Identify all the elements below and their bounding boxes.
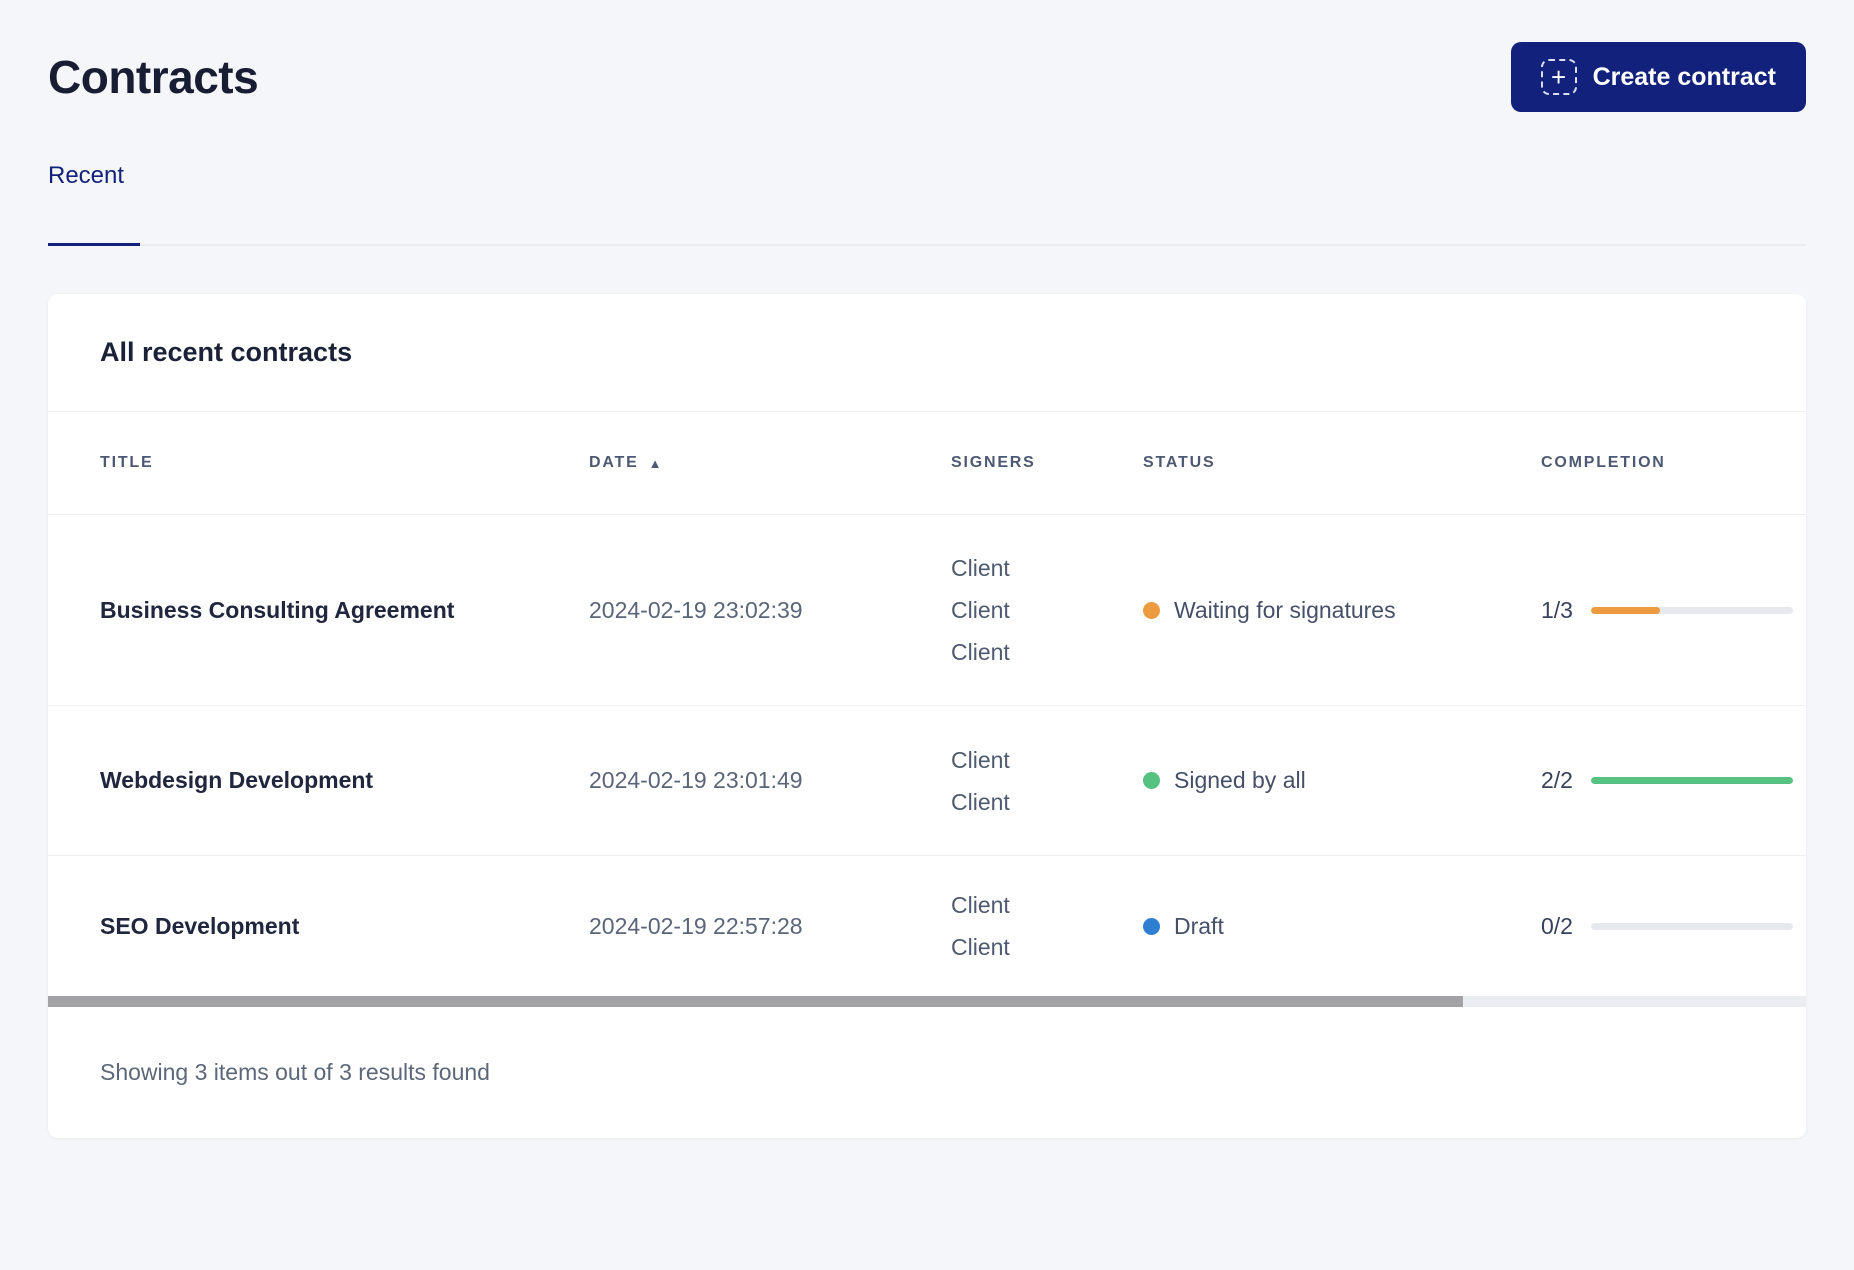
contract-date: 2024-02-19 23:02:39 (589, 596, 803, 623)
scrollbar-thumb[interactable] (48, 996, 1464, 1007)
completion-progress-bar (1591, 922, 1793, 930)
column-header-signers: Signers (951, 454, 1143, 472)
table-row[interactable]: Business Consulting Agreement 2024-02-19… (48, 515, 1806, 706)
results-summary: Showing 3 items out of 3 results found (100, 1059, 490, 1085)
contract-completion: 1/3 (1541, 597, 1793, 624)
contract-title: Business Consulting Agreement (100, 596, 455, 623)
contract-completion: 2/2 (1541, 767, 1793, 794)
column-header-status-label: Status (1143, 454, 1216, 471)
create-contract-button[interactable]: + Create contract (1510, 42, 1806, 112)
completion-progress-fill (1591, 777, 1793, 784)
signer-name: Client (951, 555, 1010, 581)
sort-asc-icon: ▲ (648, 455, 664, 471)
table-row[interactable]: Webdesign Development 2024-02-19 23:01:4… (48, 706, 1806, 856)
plus-icon: + (1540, 59, 1577, 95)
contracts-page: Contracts + Create contract Recent All r… (0, 42, 1854, 1138)
status-dot (1143, 601, 1160, 619)
completion-label: 1/3 (1541, 596, 1573, 623)
tab-recent[interactable]: Recent (48, 162, 140, 246)
card-header: All recent contracts (48, 294, 1806, 412)
signer-name: Client (951, 639, 1010, 665)
table-row[interactable]: SEO Development 2024-02-19 22:57:28 Clie… (48, 856, 1806, 996)
page-header: Contracts + Create contract (48, 42, 1806, 112)
column-header-completion-label: Completion (1541, 454, 1666, 471)
recent-contracts-card: All recent contracts Title Date ▲ Signer… (48, 294, 1806, 1138)
contract-signers: Client Client (951, 884, 1143, 968)
contract-status: Signed by all (1143, 767, 1541, 794)
status-dot (1143, 772, 1160, 789)
column-header-title: Title (100, 454, 589, 472)
signer-name: Client (951, 892, 1010, 918)
page-title: Contracts (48, 51, 259, 103)
column-header-date[interactable]: Date ▲ (589, 454, 951, 472)
card-footer: Showing 3 items out of 3 results found (48, 1007, 1806, 1138)
contract-signers: Client Client Client (951, 547, 1143, 673)
completion-progress-fill (1591, 606, 1660, 614)
completion-progress-bar (1591, 606, 1793, 614)
column-header-status: Status (1143, 454, 1541, 472)
signer-name: Client (951, 597, 1010, 623)
status-label: Waiting for signatures (1174, 596, 1396, 623)
column-header-date-label: Date (589, 454, 639, 471)
signer-name: Client (951, 934, 1010, 960)
signer-name: Client (951, 788, 1010, 815)
contract-title: Webdesign Development (100, 767, 374, 793)
horizontal-scrollbar[interactable] (48, 996, 1806, 1007)
contract-date: 2024-02-19 23:01:49 (589, 767, 803, 793)
status-label: Draft (1174, 912, 1224, 939)
contract-completion: 0/2 (1541, 913, 1793, 940)
column-header-completion: Completion (1541, 454, 1793, 472)
contract-status: Draft (1143, 913, 1541, 940)
column-header-signers-label: Signers (951, 454, 1036, 471)
create-contract-label: Create contract (1592, 62, 1776, 91)
status-dot (1143, 917, 1160, 935)
signer-name: Client (951, 746, 1010, 773)
active-tab-indicator (48, 243, 140, 246)
status-label: Signed by all (1174, 767, 1306, 793)
contract-title: SEO Development (100, 912, 300, 939)
completion-label: 0/2 (1541, 912, 1573, 939)
contract-signers: Client Client (951, 739, 1143, 823)
column-header-title-label: Title (100, 454, 154, 471)
completion-progress-bar (1591, 777, 1793, 784)
table-header-row: Title Date ▲ Signers Status Completion (48, 412, 1806, 515)
contract-date: 2024-02-19 22:57:28 (589, 912, 803, 939)
card-title: All recent contracts (100, 337, 353, 367)
contract-status: Waiting for signatures (1143, 597, 1541, 624)
tabs-bar: Recent (48, 162, 1806, 246)
completion-label: 2/2 (1541, 767, 1573, 793)
tab-recent-label: Recent (48, 162, 125, 189)
